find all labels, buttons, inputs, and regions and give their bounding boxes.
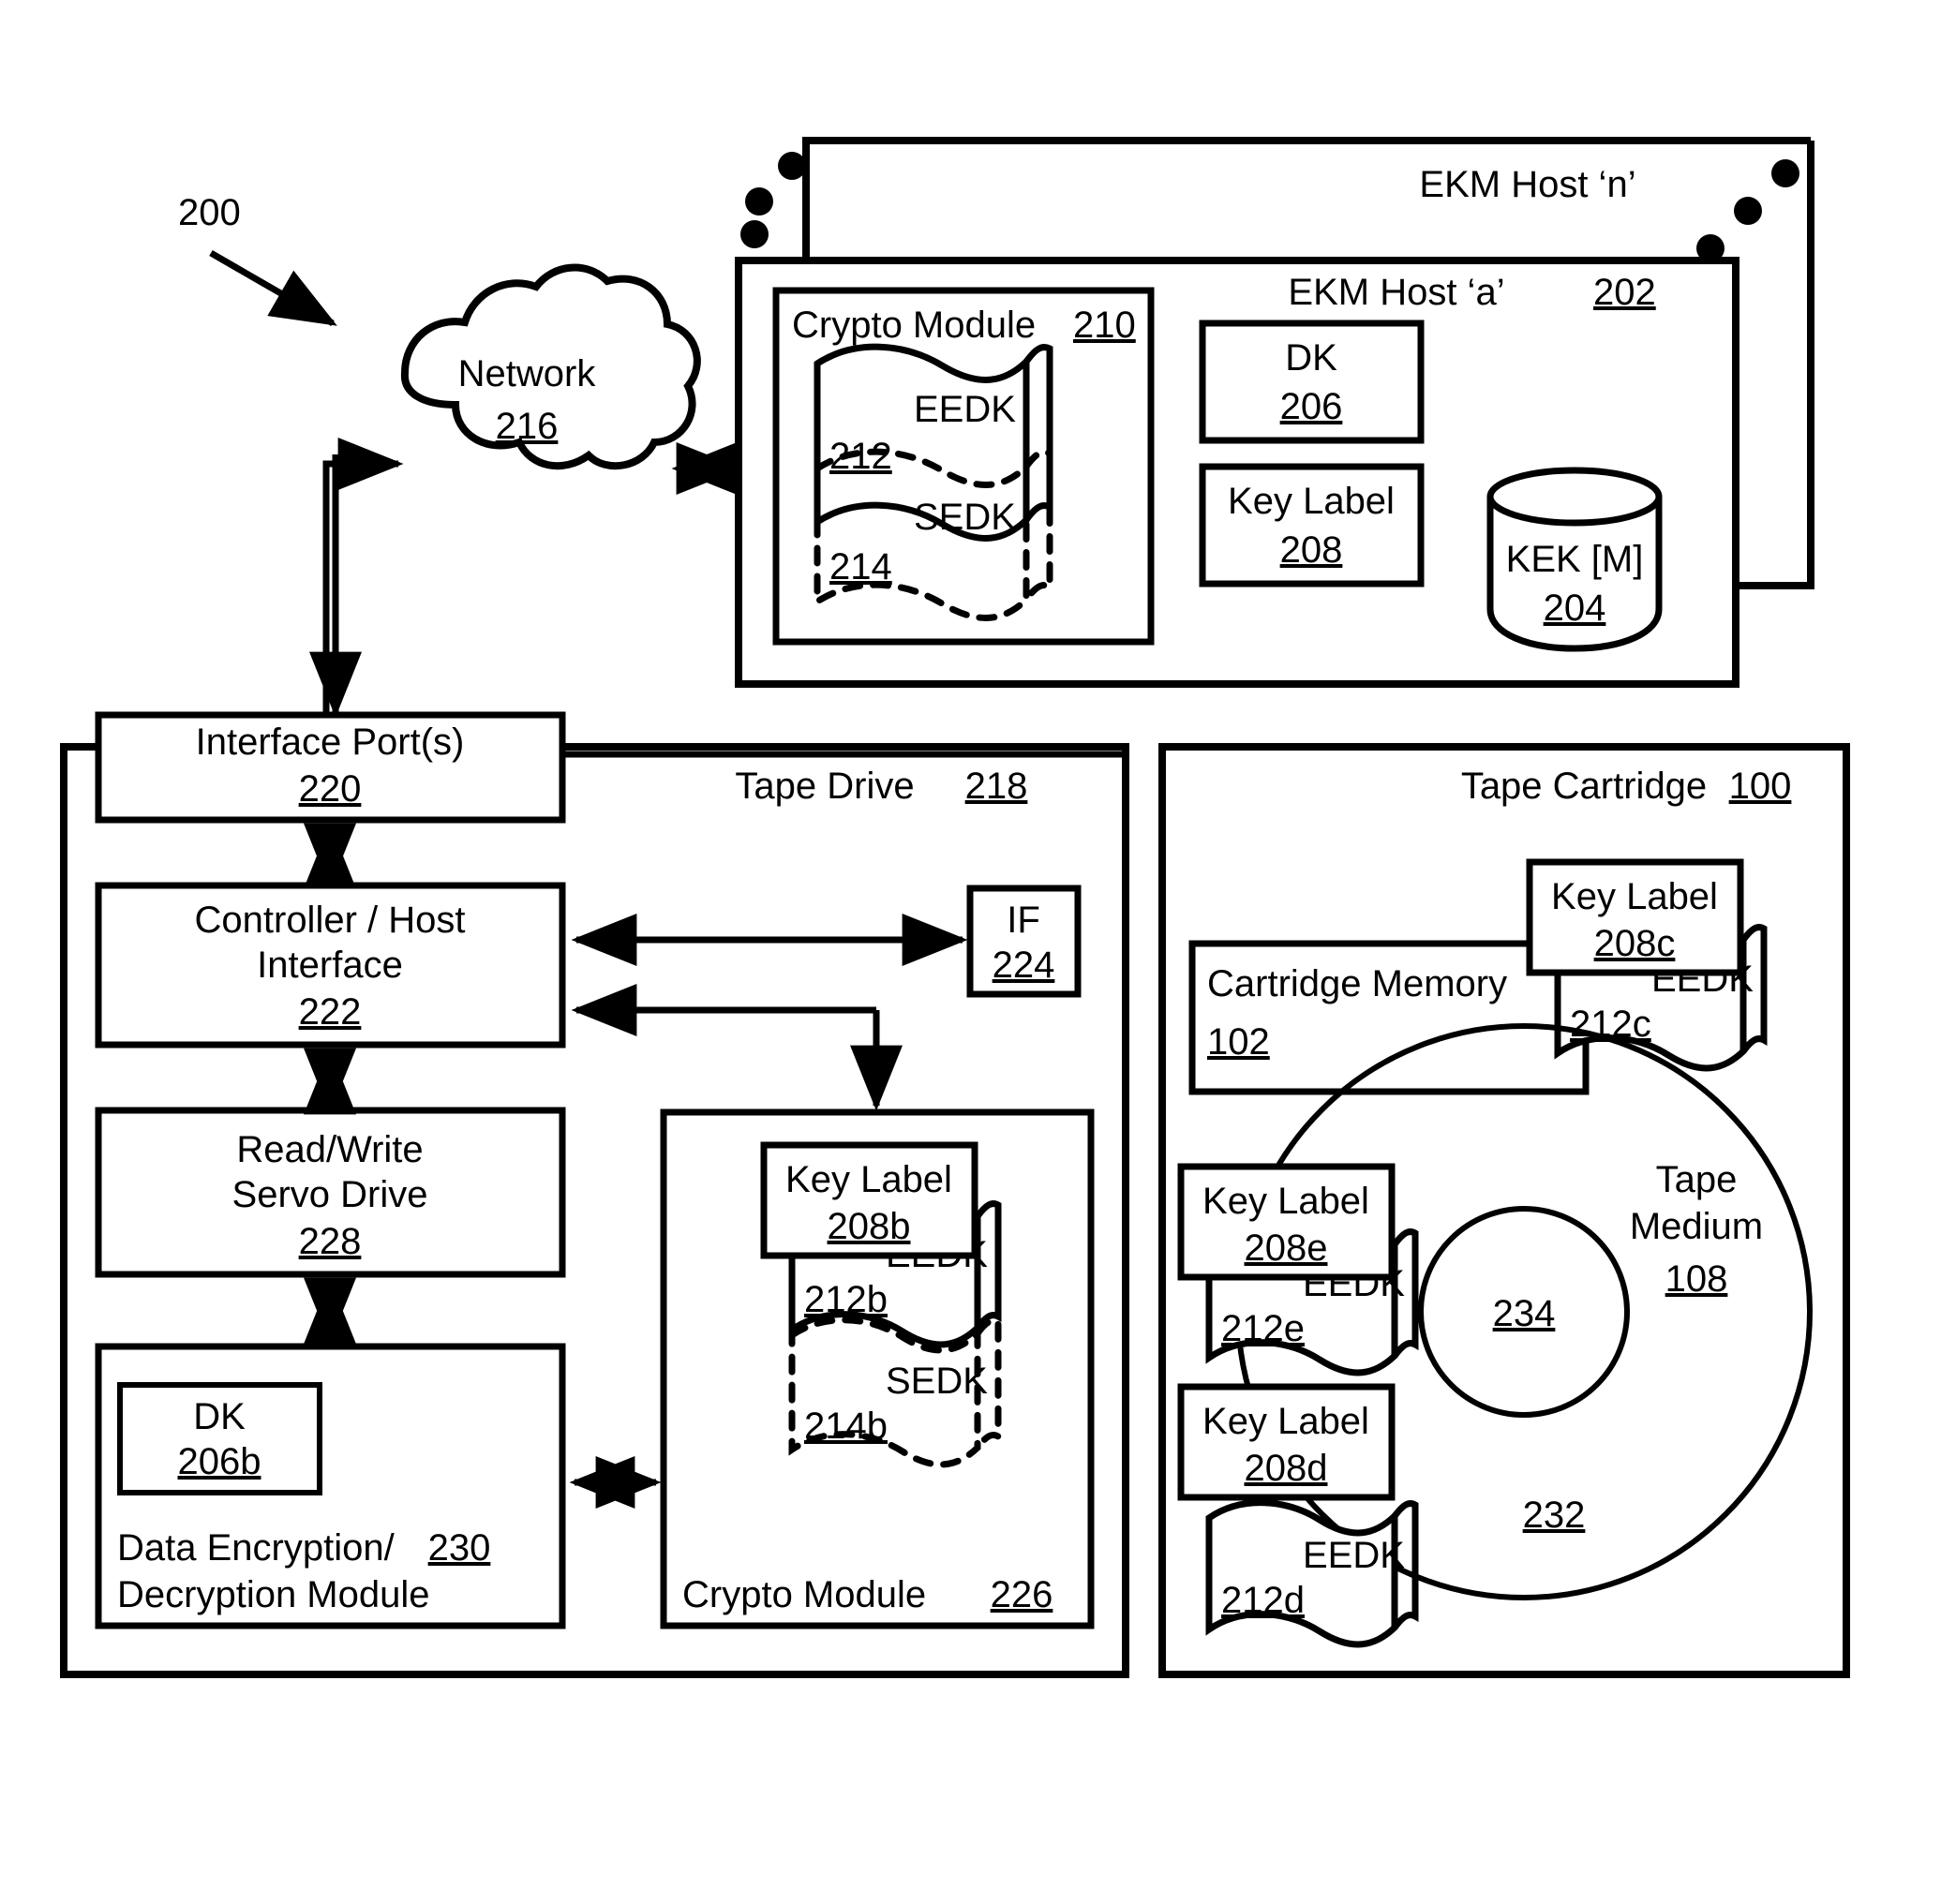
patent-figure: 200 EKM Host ‘n’ EKM Host ‘a’ 202 Crypto…: [0, 0, 1956, 1904]
tape-drive-title: Tape Drive: [735, 766, 914, 807]
tape-medium-line1: Tape: [1656, 1159, 1738, 1200]
dem-dk-ref: 206b: [178, 1441, 261, 1482]
eedk-banner-212d: EEDK 212d: [1205, 1499, 1419, 1648]
drive-key-label-label: Key Label: [785, 1159, 952, 1200]
sedk-214b-ref: 214b: [804, 1406, 888, 1447]
ekm-dk-ref: 206: [1280, 386, 1343, 427]
sedk-214-ref: 214: [829, 546, 892, 588]
ekm-crypto-module-ref: 210: [1073, 305, 1136, 346]
kek-ref: 204: [1544, 588, 1606, 629]
ellipsis-dot-2: [1734, 197, 1762, 225]
network-label: Network: [458, 353, 597, 394]
cm-key-label-208c-box: Key Label 208c: [1526, 858, 1744, 976]
tape-cartridge-title: Tape Cartridge: [1461, 766, 1707, 807]
ekm-host-a-panel: EKM Host ‘a’ 202 Crypto Module 210 EEDK …: [735, 257, 1739, 688]
network-cloud: Network 216: [400, 263, 701, 470]
kek-label: KEK [M]: [1506, 539, 1644, 580]
ellipsis-dot-6: [740, 220, 769, 248]
dem-line1: Data Encryption/: [117, 1527, 396, 1569]
key-label-208d-box: Key Label 208d: [1177, 1383, 1396, 1501]
servo-line1: Read/Write: [236, 1129, 423, 1170]
medium-ref: 232: [1523, 1495, 1586, 1536]
drive-crypto-module-box: Crypto Module 226 EEDK 212b Key Label 20…: [660, 1108, 1095, 1629]
tape-cartridge-ref: 100: [1729, 766, 1792, 807]
if-label: IF: [1007, 900, 1040, 941]
controller-line1: Controller / Host: [195, 900, 466, 941]
interface-ports-box: Interface Port(s) 220: [95, 711, 566, 824]
network-ref: 216: [496, 406, 559, 447]
ekm-key-label-box: Key Label 208: [1199, 463, 1425, 588]
hub-ref: 234: [1493, 1293, 1556, 1334]
servo-ref: 228: [299, 1221, 362, 1262]
key-label-208e-box: Key Label 208e: [1177, 1163, 1396, 1281]
tape-drive-ref: 218: [965, 766, 1028, 807]
controller-line2: Interface: [257, 945, 403, 986]
cartridge-memory-ref: 102: [1207, 1021, 1270, 1063]
sedk-214b-label: SEDK: [886, 1361, 988, 1402]
ekm-dk-box: DK 206: [1199, 320, 1425, 444]
if-ref: 224: [993, 945, 1055, 986]
ekm-crypto-module: Crypto Module 210 EEDK 212 SEDK 214: [772, 287, 1155, 646]
dem-line2: Decryption Module: [117, 1574, 430, 1615]
controller-host-interface-box: Controller / Host Interface 222: [95, 882, 566, 1049]
key-label-208d-ref: 208d: [1245, 1448, 1328, 1489]
ellipsis-dot-4: [778, 152, 806, 180]
kek-cylinder: KEK [M] 204: [1486, 467, 1663, 652]
key-label-208e-ref: 208e: [1245, 1227, 1328, 1269]
eedk-212b-ref: 212b: [804, 1279, 888, 1320]
ellipsis-dot-5: [745, 187, 773, 216]
cartridge-memory-label: Cartridge Memory: [1207, 963, 1507, 1004]
controller-ref: 222: [299, 991, 362, 1033]
eedk-212d-ref: 212d: [1221, 1580, 1305, 1621]
sedk-banner-214b: SEDK 214b: [788, 1316, 1002, 1468]
drive-key-label-208b-box: Key Label 208b: [760, 1141, 978, 1259]
ekm-key-label-label: Key Label: [1228, 481, 1395, 522]
tape-drive-panel: Tape Drive 218 Interface Port(s) 220 Con…: [60, 711, 1129, 1678]
ekm-crypto-module-title: Crypto Module: [792, 305, 1036, 346]
eedk-212-label: EEDK: [914, 389, 1016, 430]
figure-ref-200: 200: [178, 192, 337, 327]
interface-ports-label: Interface Port(s): [196, 721, 465, 763]
interface-ports-ref: 220: [299, 768, 362, 810]
key-label-208d-label: Key Label: [1202, 1401, 1369, 1442]
cm-key-label-ref: 208c: [1594, 923, 1676, 964]
dem-dk-box: DK 206b: [117, 1382, 322, 1495]
drive-key-label-ref: 208b: [828, 1206, 911, 1247]
ekm-host-a-title: EKM Host ‘a’: [1288, 272, 1504, 313]
eedk-212-ref: 212: [829, 436, 892, 477]
drive-crypto-ref: 226: [991, 1574, 1053, 1615]
ekm-host-a-ref: 202: [1593, 272, 1656, 313]
dem-ref: 230: [428, 1527, 491, 1569]
drive-crypto-title: Crypto Module: [682, 1574, 926, 1615]
figure-ref-label: 200: [178, 192, 241, 233]
key-label-208e-label: Key Label: [1202, 1181, 1369, 1222]
ekm-host-n-title: EKM Host ‘n’: [1419, 164, 1635, 205]
tape-medium-line2: Medium: [1630, 1206, 1763, 1247]
read-write-servo-drive-box: Read/Write Servo Drive 228: [95, 1107, 566, 1278]
eedk-212e-ref: 212e: [1221, 1308, 1305, 1349]
data-encryption-decryption-module-box: DK 206b Data Encryption/ 230 Decryption …: [95, 1343, 566, 1629]
dem-dk-label: DK: [193, 1396, 246, 1437]
ellipsis-dot-1: [1771, 159, 1799, 187]
eedk-212d-label: EEDK: [1303, 1535, 1405, 1576]
sedk-214-label: SEDK: [914, 497, 1016, 538]
ekm-key-label-ref: 208: [1280, 529, 1343, 571]
cm-key-label-label: Key Label: [1551, 876, 1718, 917]
if-box: IF 224: [966, 885, 1082, 998]
servo-line2: Servo Drive: [232, 1174, 428, 1215]
ekm-dk-label: DK: [1285, 337, 1337, 379]
tape-medium-ref: 108: [1665, 1258, 1728, 1300]
tape-cartridge-panel: Tape Cartridge 100 Cartridge Memory 102 …: [1158, 743, 1850, 1678]
